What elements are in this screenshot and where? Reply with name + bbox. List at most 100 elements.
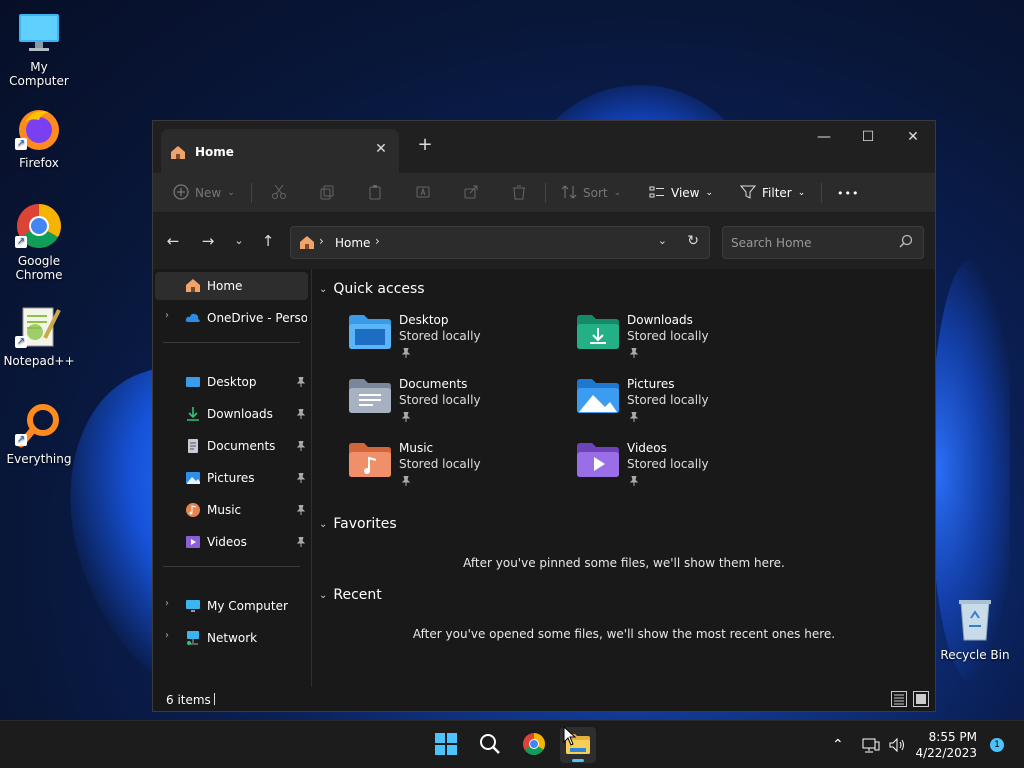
tab-close-button[interactable]: ✕ bbox=[373, 141, 389, 157]
desktop-icon-my-computer[interactable]: My Computer bbox=[0, 8, 78, 88]
desktop-icon-recycle-bin[interactable]: Recycle Bin bbox=[936, 596, 1014, 662]
monitor-icon bbox=[15, 8, 63, 56]
pin-icon bbox=[296, 472, 306, 483]
paste-button[interactable] bbox=[367, 173, 383, 213]
sidebar-item-videos[interactable]: Videos bbox=[155, 528, 308, 556]
sidebar-item-downloads[interactable]: Downloads bbox=[155, 400, 308, 428]
sidebar-item-music[interactable]: Music bbox=[155, 496, 308, 524]
desktop-folder-icon bbox=[349, 315, 391, 349]
quick-access-videos[interactable]: Videos Stored locally bbox=[577, 439, 797, 493]
funnel-icon bbox=[739, 184, 757, 203]
chevron-down-icon: ⌄ bbox=[319, 518, 328, 530]
chevron-right-icon: › bbox=[319, 234, 324, 248]
desktop-icon-label: Google Chrome bbox=[15, 254, 63, 282]
up-button[interactable]: ↑ bbox=[258, 231, 278, 251]
show-hidden-icons-button[interactable]: ⌃ bbox=[832, 721, 844, 768]
sort-button[interactable]: Sort ⌄ bbox=[561, 173, 621, 213]
list-view-icon bbox=[649, 184, 665, 203]
search-button[interactable] bbox=[472, 727, 508, 763]
delete-button[interactable] bbox=[511, 173, 527, 213]
cut-button[interactable] bbox=[271, 173, 287, 213]
taskbar-chrome-button[interactable] bbox=[516, 727, 552, 763]
desktop-icon-google-chrome[interactable]: ↗ Google Chrome bbox=[0, 202, 78, 282]
copy-button[interactable] bbox=[319, 173, 335, 213]
tiles-view-button[interactable] bbox=[913, 691, 929, 707]
address-row: ← → ⌄ ↑ › Home › ⌄ ↻ bbox=[153, 213, 935, 269]
details-view-button[interactable] bbox=[891, 691, 907, 707]
favorites-header[interactable]: ⌄ Favorites bbox=[319, 516, 397, 532]
sidebar-item-documents[interactable]: Documents bbox=[155, 432, 308, 460]
desktop-icon-everything[interactable]: ↗ Everything bbox=[0, 400, 78, 466]
sidebar-divider bbox=[163, 342, 300, 343]
quick-access-downloads[interactable]: Downloads Stored locally bbox=[577, 311, 797, 365]
rename-icon bbox=[415, 184, 431, 203]
sidebar-item-my-computer[interactable]: › My Computer bbox=[155, 592, 308, 620]
video-icon bbox=[185, 534, 201, 550]
quick-access-documents[interactable]: Documents Stored locally bbox=[349, 375, 569, 429]
item-count: 6 items bbox=[166, 693, 211, 707]
address-bar[interactable]: › Home › ⌄ ↻ bbox=[290, 226, 710, 259]
clock-date: 4/22/2023 bbox=[915, 746, 977, 760]
pin-icon bbox=[629, 347, 639, 358]
quick-access-desktop[interactable]: Desktop Stored locally bbox=[349, 311, 569, 365]
search-box[interactable] bbox=[722, 226, 924, 259]
chevron-right-icon[interactable]: › bbox=[165, 630, 169, 641]
toolbar-divider bbox=[821, 183, 822, 203]
rename-button[interactable] bbox=[415, 173, 431, 213]
recent-empty-message: After you've opened some files, we'll sh… bbox=[412, 627, 836, 641]
new-button[interactable]: New ⌄ bbox=[173, 173, 235, 213]
quick-access-header[interactable]: ⌄ Quick access bbox=[319, 281, 425, 297]
breadcrumb-home[interactable]: Home bbox=[335, 236, 370, 250]
refresh-icon[interactable]: ↻ bbox=[687, 233, 699, 249]
chevron-right-icon[interactable]: › bbox=[165, 310, 169, 321]
pin-icon bbox=[296, 504, 306, 515]
chevron-right-icon[interactable]: › bbox=[165, 598, 169, 609]
videos-folder-icon bbox=[577, 443, 619, 477]
chevron-right-icon[interactable]: › bbox=[375, 234, 380, 248]
navigation-pane: Home › OneDrive - Persona Desktop Downlo… bbox=[153, 269, 312, 687]
firefox-icon: ↗ bbox=[15, 104, 63, 152]
desktop-icon-firefox[interactable]: ↗ Firefox bbox=[0, 104, 78, 170]
trash-icon bbox=[511, 184, 527, 203]
sidebar-item-onedrive[interactable]: › OneDrive - Persona bbox=[155, 304, 308, 332]
tab-home[interactable]: Home ✕ bbox=[161, 129, 399, 173]
title-bar: Home ✕ + — ☐ ✕ bbox=[153, 121, 935, 173]
maximize-button[interactable]: ☐ bbox=[845, 121, 891, 153]
close-button[interactable]: ✕ bbox=[890, 121, 936, 153]
notification-badge[interactable]: 1 bbox=[990, 738, 1004, 752]
chevron-down-icon: ⌄ bbox=[227, 188, 235, 198]
sidebar-item-network[interactable]: › Network bbox=[155, 624, 308, 652]
view-button[interactable]: View ⌄ bbox=[649, 173, 713, 213]
chevron-down-icon: ⌄ bbox=[319, 283, 328, 295]
quick-access-pictures[interactable]: Pictures Stored locally bbox=[577, 375, 797, 429]
start-button[interactable] bbox=[428, 727, 464, 763]
minimize-button[interactable]: — bbox=[801, 121, 847, 153]
home-icon bbox=[299, 235, 315, 253]
pin-icon bbox=[401, 475, 411, 486]
chevron-down-icon: ⌄ bbox=[705, 188, 714, 198]
recent-locations-button[interactable]: ⌄ bbox=[229, 231, 249, 251]
more-options-button[interactable]: ••• bbox=[837, 173, 859, 213]
search-input[interactable] bbox=[731, 234, 891, 252]
filter-button[interactable]: Filter ⌄ bbox=[739, 173, 805, 213]
clock[interactable]: 8:55 PM 4/22/2023 bbox=[915, 729, 977, 761]
status-bar: 6 items bbox=[153, 687, 935, 711]
volume-tray-icon[interactable] bbox=[888, 721, 906, 768]
cloud-icon bbox=[185, 310, 201, 326]
new-tab-button[interactable]: + bbox=[415, 135, 435, 155]
sidebar-item-pictures[interactable]: Pictures bbox=[155, 464, 308, 492]
sidebar-item-desktop[interactable]: Desktop bbox=[155, 368, 308, 396]
sidebar-item-home[interactable]: Home bbox=[155, 272, 308, 300]
recent-header[interactable]: ⌄ Recent bbox=[319, 587, 382, 603]
forward-button[interactable]: → bbox=[198, 231, 218, 251]
network-tray-icon[interactable] bbox=[862, 721, 880, 768]
shortcut-arrow-icon: ↗ bbox=[15, 434, 27, 446]
chevron-down-icon[interactable]: ⌄ bbox=[658, 234, 667, 247]
active-indicator bbox=[572, 759, 584, 762]
share-button[interactable] bbox=[463, 173, 479, 213]
desktop-icon-notepad-plus-plus[interactable]: ↗ Notepad++ bbox=[0, 302, 78, 368]
back-button[interactable]: ← bbox=[163, 231, 183, 251]
music-folder-icon bbox=[349, 443, 391, 477]
sidebar-divider bbox=[163, 566, 300, 567]
quick-access-music[interactable]: Music Stored locally bbox=[349, 439, 569, 493]
